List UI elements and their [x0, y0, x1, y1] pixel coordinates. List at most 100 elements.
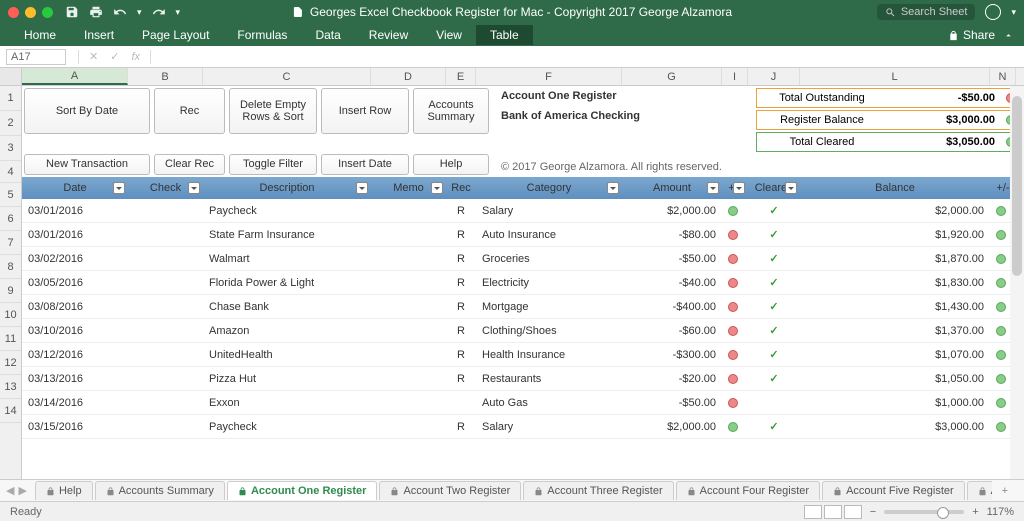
ribbon-tab-view[interactable]: View [422, 25, 476, 45]
ribbon-tab-insert[interactable]: Insert [70, 25, 128, 45]
cell-rec[interactable]: R [446, 421, 476, 433]
column-header[interactable]: N [990, 68, 1016, 85]
cell-rec[interactable]: R [446, 301, 476, 313]
table-row[interactable]: 03/14/2016ExxonAuto Gas-$50.00$1,000.00 [22, 391, 1024, 415]
cell-cleared[interactable]: ✓ [748, 372, 800, 385]
cell-cleared[interactable]: ✓ [748, 228, 800, 241]
filter-dropdown-icon[interactable] [356, 182, 368, 194]
cell-rec[interactable]: R [446, 325, 476, 337]
fx-icon[interactable]: fx [125, 51, 146, 63]
feedback-dropdown-icon[interactable]: ▾ [1011, 7, 1016, 18]
row-header[interactable]: 8 [0, 255, 21, 279]
collapse-ribbon-icon[interactable] [1003, 30, 1014, 41]
column-header[interactable]: I [722, 68, 748, 85]
vertical-scrollbar[interactable] [1010, 86, 1024, 479]
table-row[interactable]: 03/08/2016Chase BankRMortgage-$400.00✓$1… [22, 295, 1024, 319]
row-header[interactable]: 13 [0, 375, 21, 399]
close-icon[interactable] [8, 7, 19, 18]
sheet-tab[interactable]: Accounts Summary [95, 481, 225, 500]
cell-date[interactable]: 03/01/2016 [22, 205, 128, 217]
redo-dropdown-icon[interactable]: ▾ [176, 7, 181, 18]
insert-row-button[interactable]: Insert Row [321, 88, 409, 134]
cell-amount[interactable]: $2,000.00 [622, 421, 722, 433]
cell-description[interactable]: Amazon [203, 325, 371, 337]
table-header-cell[interactable]: Category [476, 177, 622, 199]
delete-empty-rows-button[interactable]: Delete Empty Rows & Sort [229, 88, 317, 134]
undo-icon[interactable] [113, 5, 127, 19]
row-header[interactable]: 2 [0, 111, 21, 136]
cell-cleared[interactable]: ✓ [748, 252, 800, 265]
table-header-cell[interactable]: Amount [622, 177, 722, 199]
sheet-tab[interactable]: Account Four Register [676, 481, 820, 500]
new-transaction-button[interactable]: New Transaction [24, 154, 150, 175]
cell-description[interactable]: Florida Power & Light [203, 277, 371, 289]
cell-date[interactable]: 03/13/2016 [22, 373, 128, 385]
cell-amount[interactable]: -$40.00 [622, 277, 722, 289]
cell-date[interactable]: 03/14/2016 [22, 397, 128, 409]
cell-category[interactable]: Clothing/Shoes [476, 325, 622, 337]
cell-description[interactable]: Paycheck [203, 205, 371, 217]
cell-amount[interactable]: $2,000.00 [622, 205, 722, 217]
sheet-tab[interactable]: Account One Register [227, 481, 378, 500]
cell-rec[interactable]: R [446, 373, 476, 385]
column-header[interactable]: G [622, 68, 722, 85]
ribbon-tab-home[interactable]: Home [10, 25, 70, 45]
cell-category[interactable]: Electricity [476, 277, 622, 289]
cell-amount[interactable]: -$60.00 [622, 325, 722, 337]
accept-formula-icon[interactable]: ✓ [104, 50, 125, 63]
row-header[interactable]: 7 [0, 231, 21, 255]
table-header-cell[interactable]: Balance [800, 177, 990, 199]
cell-amount[interactable]: -$50.00 [622, 253, 722, 265]
cell-description[interactable]: UnitedHealth [203, 349, 371, 361]
table-row[interactable]: 03/01/2016PaycheckRSalary$2,000.00✓$2,00… [22, 199, 1024, 223]
cell-category[interactable]: Groceries [476, 253, 622, 265]
cell-rec[interactable]: R [446, 229, 476, 241]
sheet-tab[interactable]: Help [35, 481, 93, 500]
row-header[interactable]: 14 [0, 399, 21, 423]
filter-dropdown-icon[interactable] [607, 182, 619, 194]
row-header[interactable]: 10 [0, 303, 21, 327]
cell-description[interactable]: State Farm Insurance [203, 229, 371, 241]
filter-dropdown-icon[interactable] [431, 182, 443, 194]
cell-amount[interactable]: -$50.00 [622, 397, 722, 409]
column-header[interactable]: L [800, 68, 990, 85]
column-header[interactable]: E [446, 68, 476, 85]
column-header[interactable]: D [371, 68, 446, 85]
search-input[interactable]: Search Sheet [877, 4, 976, 20]
zoom-slider[interactable] [884, 510, 964, 514]
sheet-tab[interactable]: Account S [967, 481, 992, 500]
cell-description[interactable]: Exxon [203, 397, 371, 409]
page-break-view-button[interactable] [844, 505, 862, 519]
cell-amount[interactable]: -$20.00 [622, 373, 722, 385]
cell-rec[interactable]: R [446, 277, 476, 289]
cell-cleared[interactable]: ✓ [748, 420, 800, 433]
cell-rec[interactable]: R [446, 205, 476, 217]
table-row[interactable]: 03/15/2016PaycheckRSalary$2,000.00✓$3,00… [22, 415, 1024, 439]
cell-category[interactable]: Health Insurance [476, 349, 622, 361]
cell-date[interactable]: 03/02/2016 [22, 253, 128, 265]
table-row[interactable]: 03/05/2016Florida Power & LightRElectric… [22, 271, 1024, 295]
row-header[interactable]: 5 [0, 183, 21, 207]
table-header-cell[interactable]: Rec [446, 177, 476, 199]
cell-cleared[interactable]: ✓ [748, 324, 800, 337]
cell-category[interactable]: Restaurants [476, 373, 622, 385]
column-header[interactable]: J [748, 68, 800, 85]
table-row[interactable]: 03/10/2016AmazonRClothing/Shoes-$60.00✓$… [22, 319, 1024, 343]
sheet-tab[interactable]: Account Five Register [822, 481, 965, 500]
cell-category[interactable]: Salary [476, 421, 622, 433]
cell-amount[interactable]: -$400.00 [622, 301, 722, 313]
sort-by-date-button[interactable]: Sort By Date [24, 88, 150, 134]
maximize-icon[interactable] [42, 7, 53, 18]
page-layout-view-button[interactable] [824, 505, 842, 519]
cell-amount[interactable]: -$300.00 [622, 349, 722, 361]
table-header-cell[interactable]: Description [203, 177, 371, 199]
table-header-cell[interactable]: Check [128, 177, 203, 199]
row-header[interactable]: 1 [0, 86, 21, 111]
column-header[interactable]: F [476, 68, 622, 85]
cell-date[interactable]: 03/01/2016 [22, 229, 128, 241]
insert-date-button[interactable]: Insert Date [321, 154, 409, 175]
ribbon-tab-formulas[interactable]: Formulas [223, 25, 301, 45]
cell-date[interactable]: 03/15/2016 [22, 421, 128, 433]
cell-description[interactable]: Paycheck [203, 421, 371, 433]
share-button[interactable]: Share [948, 28, 995, 42]
